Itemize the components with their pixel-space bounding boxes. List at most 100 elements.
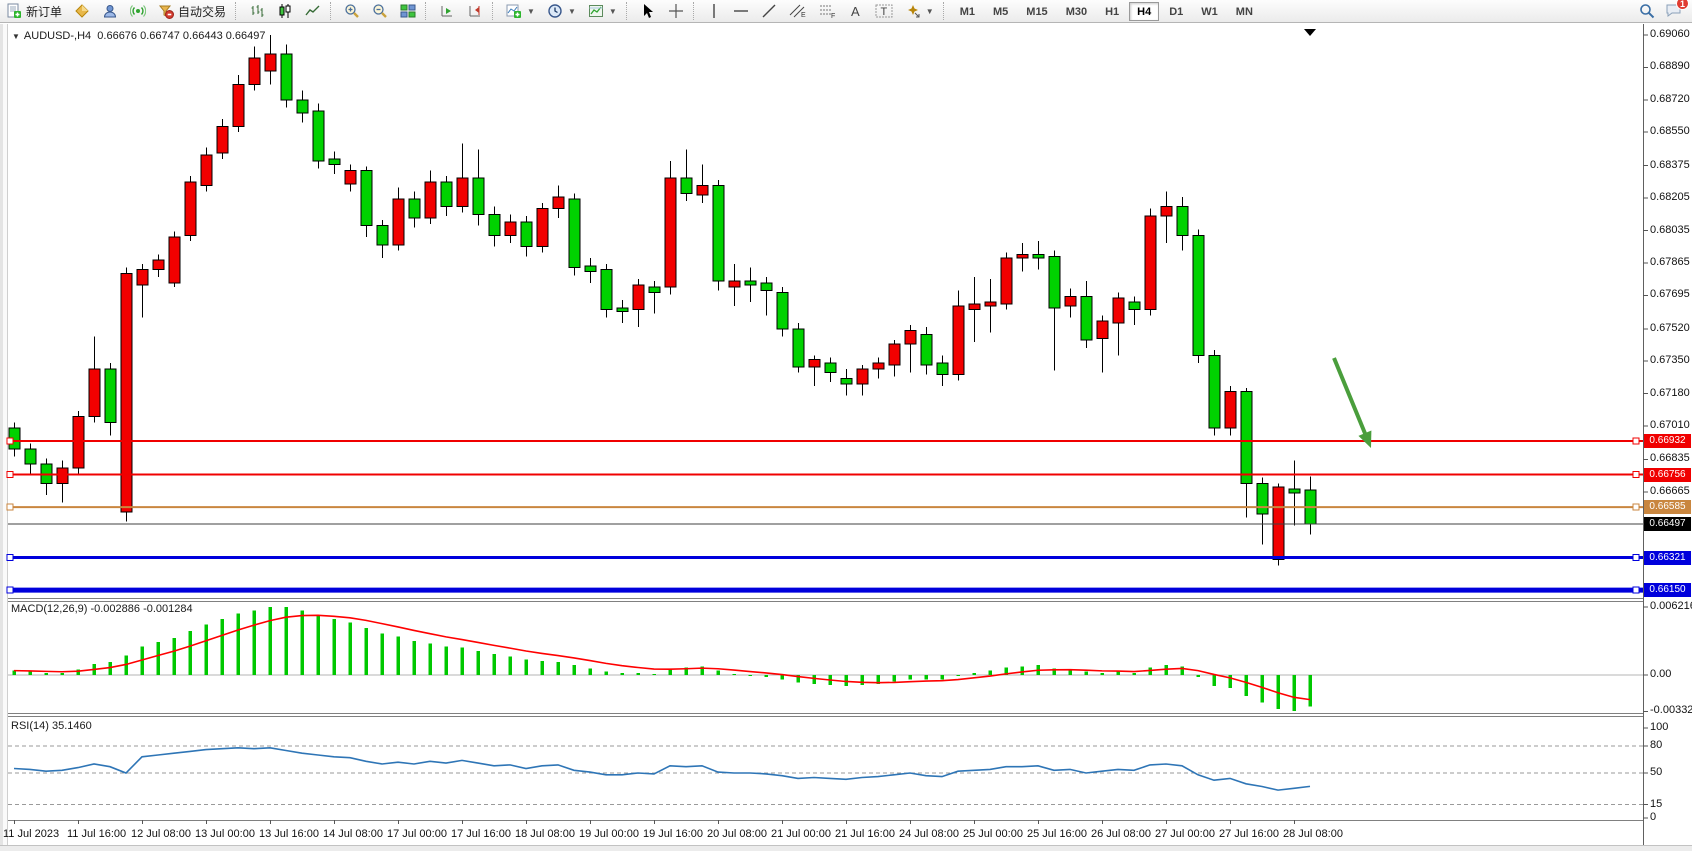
line-drag-handle[interactable] xyxy=(7,504,13,510)
trendline-icon xyxy=(761,3,777,19)
zoom-in-button[interactable] xyxy=(338,1,366,21)
fibonacci-icon: F xyxy=(819,3,837,19)
timeframe-m1-button[interactable]: M1 xyxy=(952,2,983,21)
macd-histogram-bar xyxy=(1213,675,1217,686)
auto-trading-button[interactable]: 自动交易 xyxy=(152,1,232,21)
macd-histogram-bar xyxy=(909,675,913,679)
candle-down xyxy=(681,178,692,193)
rsi-line xyxy=(14,748,1310,790)
search-icon[interactable] xyxy=(1639,3,1655,19)
candle-up xyxy=(905,331,916,344)
line-drag-handle[interactable] xyxy=(7,555,13,561)
rsi-tick-label: 0 xyxy=(1650,811,1656,823)
timeframe-mn-button[interactable]: MN xyxy=(1228,2,1261,21)
line-drag-handle[interactable] xyxy=(1633,472,1639,478)
timeframe-d1-button[interactable]: D1 xyxy=(1161,2,1191,21)
signals-button[interactable] xyxy=(124,1,152,21)
candlestick-icon xyxy=(277,3,293,19)
chart-canvas[interactable] xyxy=(0,24,1692,851)
price-level-tag: 0.66585 xyxy=(1644,500,1691,514)
channel-icon: E xyxy=(789,3,807,19)
horizontal-line-button[interactable] xyxy=(727,1,755,21)
line-chart-button[interactable] xyxy=(299,1,327,21)
macd-histogram-bar xyxy=(1293,675,1297,711)
candle-up xyxy=(1001,258,1012,304)
auto-scroll-button[interactable] xyxy=(461,1,489,21)
toolbar-separator xyxy=(492,2,497,20)
macd-histogram-bar xyxy=(1117,672,1121,675)
timeframe-m5-button[interactable]: M5 xyxy=(985,2,1016,21)
chart-dropdown-icon[interactable]: ▼ xyxy=(12,32,20,41)
metaeditor-button[interactable] xyxy=(68,1,96,21)
line-drag-handle[interactable] xyxy=(7,472,13,478)
tile-windows-button[interactable] xyxy=(394,1,422,21)
macd-tick-label: -0.00332 xyxy=(1650,704,1692,716)
candle-up xyxy=(233,85,244,127)
periods-button[interactable]: ▼ xyxy=(541,1,582,21)
macd-histogram-bar xyxy=(573,665,577,675)
macd-histogram-bar xyxy=(317,615,321,675)
gold-diamond-icon xyxy=(74,3,90,19)
macd-histogram-bar xyxy=(221,619,225,675)
line-drag-handle[interactable] xyxy=(1633,555,1639,561)
trendline-button[interactable] xyxy=(755,1,783,21)
chart-shift-button[interactable] xyxy=(433,1,461,21)
cursor-button[interactable] xyxy=(634,1,662,21)
auto-trading-label: 自动交易 xyxy=(178,3,226,20)
macd-histogram-bar xyxy=(717,671,721,675)
candle-down xyxy=(329,159,340,165)
macd-histogram-bar xyxy=(957,675,961,676)
candle-down xyxy=(105,369,116,422)
macd-histogram-bar xyxy=(429,643,433,675)
arrows-icon xyxy=(905,3,921,19)
timeframe-m30-button[interactable]: M30 xyxy=(1058,2,1095,21)
macd-histogram-bar xyxy=(845,675,849,686)
line-drag-handle[interactable] xyxy=(7,587,13,593)
equidistant-channel-button[interactable]: E xyxy=(783,1,813,21)
candlestick-button[interactable] xyxy=(271,1,299,21)
macd-histogram-bar xyxy=(477,651,481,675)
zoom-out-button[interactable] xyxy=(366,1,394,21)
templates-button[interactable]: ▼ xyxy=(582,1,623,21)
timeframe-h1-button[interactable]: H1 xyxy=(1097,2,1127,21)
price-level-tag: 0.66321 xyxy=(1644,551,1691,565)
macd-histogram-bar xyxy=(157,642,161,675)
macd-histogram-bar xyxy=(1085,672,1089,675)
macd-histogram-bar xyxy=(749,675,753,676)
chevron-down-icon: ▼ xyxy=(568,7,576,16)
market-watch-button[interactable] xyxy=(96,1,124,21)
time-tick-label: 14 Jul 08:00 xyxy=(323,828,383,840)
candle-down xyxy=(521,222,532,247)
crosshair-button[interactable] xyxy=(662,1,690,21)
candle-down xyxy=(649,287,660,293)
indicators-button[interactable]: ▼ xyxy=(500,1,541,21)
candle-down xyxy=(745,281,756,285)
line-drag-handle[interactable] xyxy=(1633,438,1639,444)
scroll-to-end-marker[interactable] xyxy=(1304,29,1316,36)
bar-chart-button[interactable] xyxy=(243,1,271,21)
text-label-button[interactable]: T xyxy=(869,1,899,21)
time-tick-label: 24 Jul 08:00 xyxy=(899,828,959,840)
fibonacci-button[interactable]: F xyxy=(813,1,843,21)
timeframe-w1-button[interactable]: W1 xyxy=(1193,2,1226,21)
candle-up xyxy=(1113,298,1124,323)
timeframe-m15-button[interactable]: M15 xyxy=(1018,2,1055,21)
new-order-button[interactable]: 新订单 xyxy=(0,1,68,21)
annotation-arrow[interactable] xyxy=(1334,358,1366,437)
timeframe-toolbar: M1M5M15M30H1H4D1W1MN xyxy=(951,2,1262,21)
timeframe-h4-button[interactable]: H4 xyxy=(1129,2,1159,21)
candle-down xyxy=(489,214,500,235)
vertical-line-button[interactable] xyxy=(701,1,727,21)
candle-up xyxy=(665,178,676,287)
macd-histogram-bar xyxy=(973,673,977,675)
line-drag-handle[interactable] xyxy=(1633,587,1639,593)
price-tick-label: 0.68890 xyxy=(1650,60,1690,72)
horizontal-line-icon xyxy=(733,3,749,19)
price-tick-label: 0.66835 xyxy=(1650,452,1690,464)
line-drag-handle[interactable] xyxy=(1633,504,1639,510)
line-drag-handle[interactable] xyxy=(7,438,13,444)
arrows-button[interactable]: ▼ xyxy=(899,1,940,21)
text-button[interactable]: A xyxy=(843,1,869,21)
notifications-button[interactable]: 1 xyxy=(1665,2,1682,21)
rsi-tick-label: 80 xyxy=(1650,739,1662,751)
